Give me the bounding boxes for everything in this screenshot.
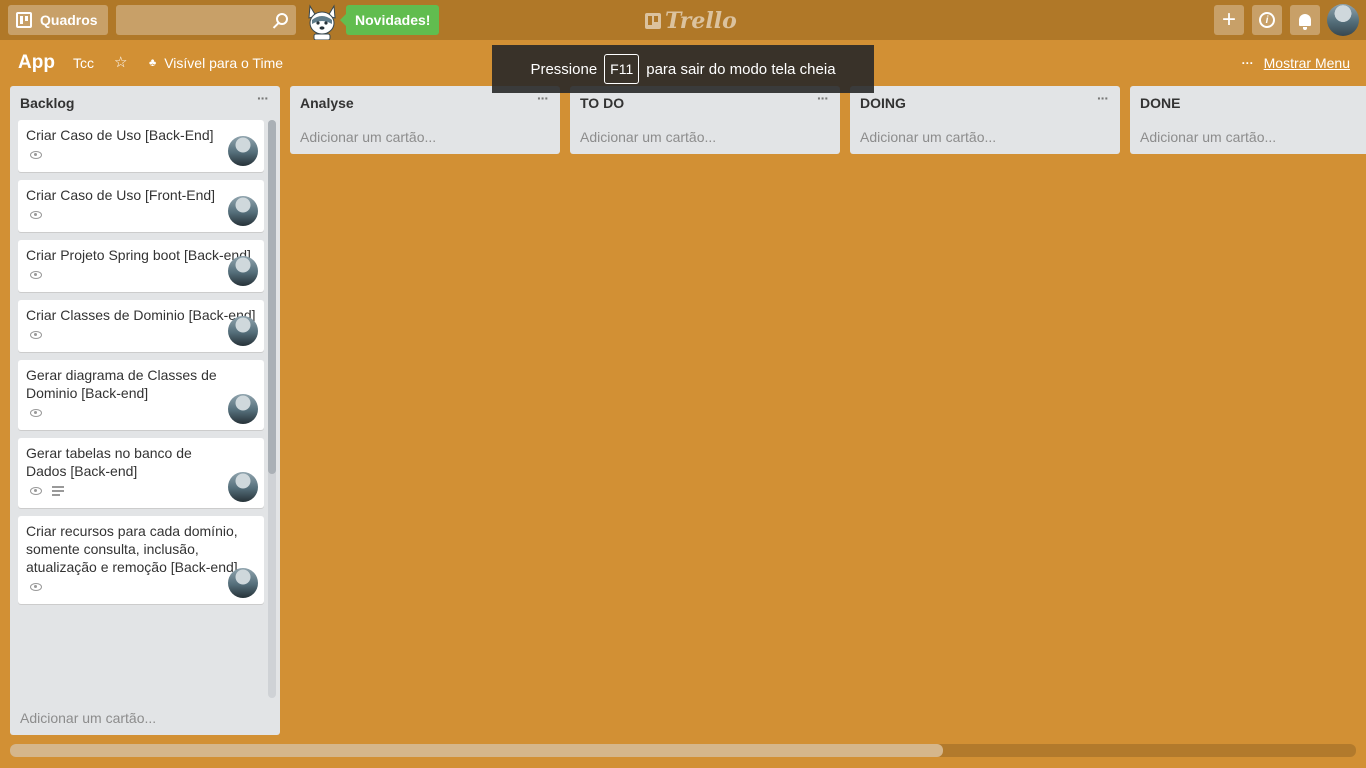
- eye-icon: [30, 211, 42, 219]
- list-analyse: Analyse ··· Adicionar um cartão...: [290, 86, 560, 154]
- list-scrollbar[interactable]: [268, 120, 276, 698]
- card[interactable]: Gerar tabelas no banco de Dados [Back-en…: [18, 438, 264, 508]
- top-header: Quadros Novidades! Trello + i: [0, 0, 1366, 40]
- search-icon[interactable]: [276, 12, 288, 25]
- board-team-name[interactable]: Tcc: [73, 55, 94, 71]
- list-doing: DOING ··· Adicionar um cartão...: [850, 86, 1120, 154]
- card-title: Criar Caso de Uso [Back-End]: [26, 127, 214, 143]
- board-scrollbar-thumb[interactable]: [10, 744, 943, 757]
- card-title: Criar Projeto Spring boot [Back-end]: [26, 247, 251, 263]
- list-todo: TO DO ··· Adicionar um cartão...: [570, 86, 840, 154]
- list-title[interactable]: TO DO: [580, 95, 624, 111]
- novidades-button[interactable]: Novidades!: [339, 5, 440, 35]
- add-card-link[interactable]: Adicionar um cartão...: [10, 701, 280, 735]
- list-header[interactable]: DOING ···: [850, 86, 1120, 120]
- add-button[interactable]: +: [1214, 5, 1244, 35]
- list-done: DONE Adicionar um cartão...: [1130, 86, 1366, 154]
- trello-logo-icon: [645, 13, 661, 29]
- eye-icon: [30, 583, 42, 591]
- card-member-avatar[interactable]: [228, 568, 258, 598]
- toast-text-before: Pressione: [530, 60, 598, 78]
- logo-text: Trello: [665, 8, 737, 34]
- search-input[interactable]: [116, 5, 296, 35]
- info-button[interactable]: i: [1252, 5, 1282, 35]
- eye-icon: [30, 409, 42, 417]
- user-avatar[interactable]: [1327, 4, 1359, 36]
- card[interactable]: Gerar diagrama de Classes de Dominio [Ba…: [18, 360, 264, 430]
- card-member-avatar[interactable]: [228, 256, 258, 286]
- add-card-link[interactable]: Adicionar um cartão...: [850, 120, 1120, 154]
- toast-key: F11: [604, 54, 640, 84]
- fullscreen-toast: Pressione F11 para sair do modo tela che…: [492, 45, 874, 93]
- star-icon[interactable]: ☆: [114, 53, 127, 71]
- list-title[interactable]: Analyse: [300, 95, 354, 111]
- card-member-avatar[interactable]: [228, 394, 258, 424]
- taco-mascot-icon[interactable]: [305, 4, 339, 40]
- card-title: Criar recursos para cada domínio, soment…: [26, 523, 238, 575]
- visibility-label: Visível para o Time: [164, 55, 284, 71]
- list-backlog: Backlog ··· Criar Caso de Uso [Back-End]…: [10, 86, 280, 735]
- card[interactable]: Criar recursos para cada domínio, soment…: [18, 516, 264, 604]
- notifications-button[interactable]: [1290, 5, 1320, 35]
- card-title: Criar Classes de Dominio [Back-end]: [26, 307, 256, 323]
- card-title: Gerar diagrama de Classes de Dominio [Ba…: [26, 367, 217, 401]
- list-title[interactable]: Backlog: [20, 95, 74, 111]
- card[interactable]: Criar Caso de Uso [Front-End]: [18, 180, 264, 232]
- description-icon: [52, 486, 64, 496]
- list-scrollbar-thumb[interactable]: [268, 120, 276, 474]
- list-title[interactable]: DONE: [1140, 95, 1180, 111]
- card-member-avatar[interactable]: [228, 316, 258, 346]
- card-member-avatar[interactable]: [228, 472, 258, 502]
- list-header[interactable]: Backlog ···: [10, 86, 280, 120]
- boards-icon: [16, 12, 32, 28]
- more-dots-icon: ···: [1241, 56, 1254, 70]
- board-visibility[interactable]: ♣ Visível para o Time: [149, 55, 283, 71]
- card-list: Criar Caso de Uso [Back-End] Criar Caso …: [18, 120, 264, 698]
- toast-text-after: para sair do modo tela cheia: [646, 60, 836, 78]
- add-card-link[interactable]: Adicionar um cartão...: [1130, 120, 1366, 154]
- eye-icon: [30, 271, 42, 279]
- card-title: Criar Caso de Uso [Front-End]: [26, 187, 216, 203]
- card-title: Gerar tabelas no banco de Dados [Back-en…: [26, 445, 192, 479]
- list-title[interactable]: DOING: [860, 95, 906, 111]
- card-member-avatar[interactable]: [228, 196, 258, 226]
- list-header[interactable]: DONE: [1130, 86, 1366, 120]
- team-visibility-icon: ♣: [149, 57, 157, 69]
- list-menu-icon[interactable]: ···: [257, 90, 269, 106]
- card[interactable]: Criar Projeto Spring boot [Back-end]: [18, 240, 264, 292]
- add-card-link[interactable]: Adicionar um cartão...: [290, 120, 560, 154]
- card[interactable]: Criar Caso de Uso [Back-End]: [18, 120, 264, 172]
- list-menu-icon[interactable]: ···: [1097, 90, 1109, 106]
- info-icon: i: [1259, 12, 1275, 28]
- boards-button[interactable]: Quadros: [8, 5, 108, 35]
- card-member-avatar[interactable]: [228, 136, 258, 166]
- eye-icon: [30, 331, 42, 339]
- card[interactable]: Criar Classes de Dominio [Back-end]: [18, 300, 264, 352]
- bell-icon: [1299, 14, 1311, 30]
- eye-icon: [30, 151, 42, 159]
- add-card-link[interactable]: Adicionar um cartão...: [570, 120, 840, 154]
- eye-icon: [30, 487, 42, 495]
- board-horizontal-scrollbar[interactable]: [10, 744, 1356, 757]
- boards-label: Quadros: [40, 12, 98, 28]
- trello-logo[interactable]: Trello: [645, 8, 737, 34]
- show-menu-button[interactable]: ··· Mostrar Menu: [1242, 55, 1350, 71]
- board-title[interactable]: App: [18, 52, 55, 74]
- show-menu-label: Mostrar Menu: [1263, 55, 1350, 71]
